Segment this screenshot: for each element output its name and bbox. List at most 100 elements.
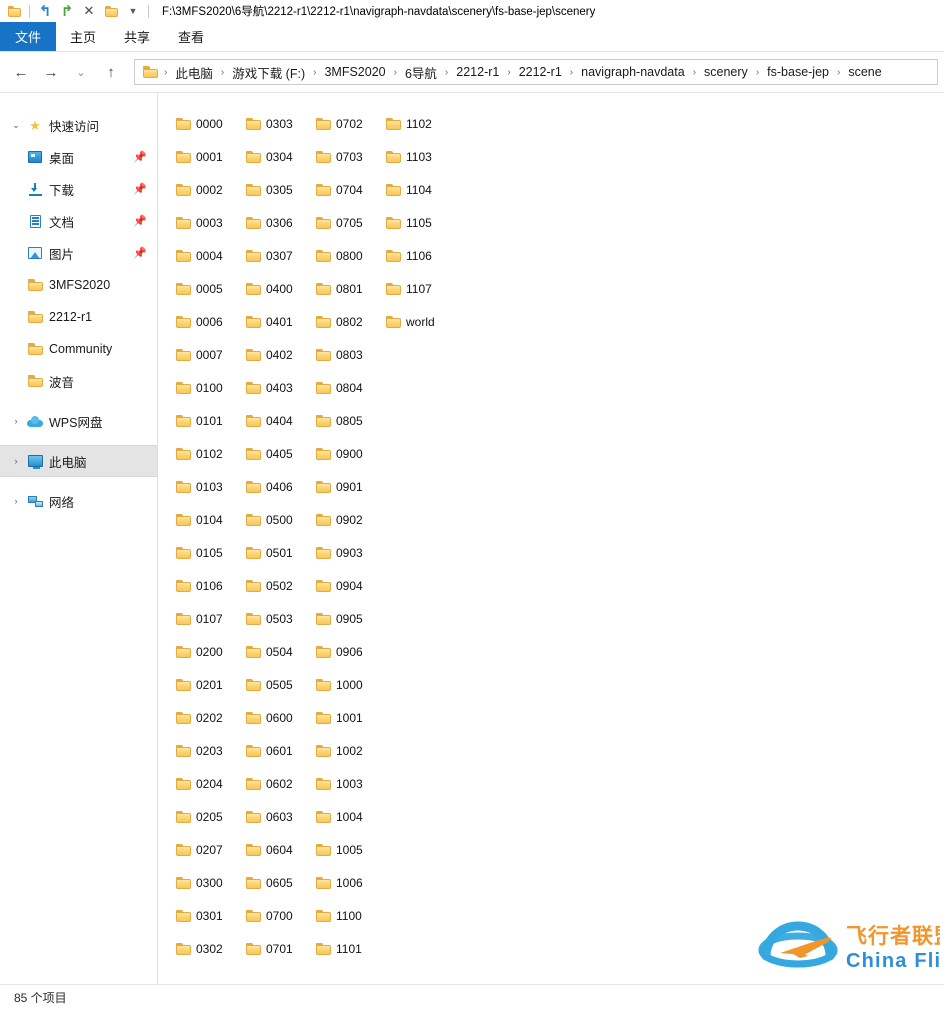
folder-item[interactable]: 0605 (244, 866, 314, 899)
folder-item[interactable]: 0404 (244, 404, 314, 437)
folder-item[interactable]: 0503 (244, 602, 314, 635)
folder-item[interactable]: 0401 (244, 305, 314, 338)
chevron-right-icon[interactable]: › (8, 416, 24, 426)
folder-item[interactable]: 0102 (174, 437, 244, 470)
folder-item[interactable]: 0303 (244, 107, 314, 140)
breadcrumb-item-0[interactable]: 此电脑 (173, 63, 215, 82)
folder-item[interactable]: 0207 (174, 833, 244, 866)
breadcrumb-root-folder-icon[interactable] (141, 66, 158, 78)
folder-item[interactable]: 0700 (244, 899, 314, 932)
folder-item[interactable]: 0601 (244, 734, 314, 767)
recent-locations-chevron-down-icon[interactable]: ⌄ (66, 57, 96, 87)
folder-item[interactable]: 0604 (244, 833, 314, 866)
breadcrumb-item-8[interactable]: fs-base-jep (765, 65, 831, 79)
folder-item[interactable]: 0705 (314, 206, 384, 239)
sidebar-item-3mfs2020[interactable]: 3MFS2020 (0, 269, 157, 301)
folder-item[interactable]: 1000 (314, 668, 384, 701)
folder-item[interactable]: 0306 (244, 206, 314, 239)
folder-item[interactable]: 0400 (244, 272, 314, 305)
sidebar-item-boeing[interactable]: 波音 (0, 365, 157, 397)
breadcrumb-item-1[interactable]: 游戏下载 (F:) (230, 63, 307, 82)
folder-item[interactable]: 0103 (174, 470, 244, 503)
tab-file[interactable]: 文件 (0, 22, 56, 51)
folder-item[interactable]: 1102 (384, 107, 454, 140)
folder-item[interactable]: 0406 (244, 470, 314, 503)
folder-item[interactable]: 0906 (314, 635, 384, 668)
folder-item[interactable]: 1107 (384, 272, 454, 305)
sidebar-item-pictures[interactable]: 图片 📌 (0, 237, 157, 269)
folder-item[interactable]: 0004 (174, 239, 244, 272)
folder-item[interactable]: 0704 (314, 173, 384, 206)
folder-item[interactable]: 0502 (244, 569, 314, 602)
folder-item[interactable]: 1104 (384, 173, 454, 206)
folder-item[interactable]: 0904 (314, 569, 384, 602)
folder-item[interactable]: 1006 (314, 866, 384, 899)
sidebar-item-community[interactable]: Community (0, 333, 157, 365)
tab-share[interactable]: 共享 (110, 22, 164, 51)
folder-item[interactable]: 0301 (174, 899, 244, 932)
folder-item[interactable]: 0903 (314, 536, 384, 569)
folder-item[interactable]: 1002 (314, 734, 384, 767)
folder-item[interactable]: 1106 (384, 239, 454, 272)
folder-item[interactable]: 0100 (174, 371, 244, 404)
folder-item[interactable]: 0007 (174, 338, 244, 371)
sidebar-item-downloads[interactable]: 下载 📌 (0, 173, 157, 205)
folder-item[interactable]: 0006 (174, 305, 244, 338)
chevron-right-icon[interactable]: › (8, 456, 24, 466)
folder-item[interactable]: 0501 (244, 536, 314, 569)
pin-icon[interactable]: 📌 (133, 215, 147, 228)
breadcrumb-item-4[interactable]: 2212-r1 (454, 65, 501, 79)
folder-item[interactable]: 0005 (174, 272, 244, 305)
sidebar-item-network[interactable]: › 网络 (0, 485, 157, 517)
sidebar-item-desktop[interactable]: 桌面 📌 (0, 141, 157, 173)
folder-item[interactable]: 0305 (244, 173, 314, 206)
folder-item[interactable]: 0304 (244, 140, 314, 173)
breadcrumb-item-9[interactable]: scene (846, 65, 883, 79)
sidebar-item-this-pc[interactable]: › 此电脑 (0, 445, 157, 477)
breadcrumb-item-6[interactable]: navigraph-navdata (579, 65, 687, 79)
back-button[interactable]: ← (6, 57, 36, 87)
folder-item[interactable]: 0804 (314, 371, 384, 404)
chevron-down-icon[interactable]: ▼ (123, 1, 143, 21)
folder-item[interactable]: 0702 (314, 107, 384, 140)
folder-item[interactable]: 0200 (174, 635, 244, 668)
folder-item[interactable]: 0000 (174, 107, 244, 140)
folder-item[interactable]: 0602 (244, 767, 314, 800)
tab-home[interactable]: 主页 (56, 22, 110, 51)
folder-item[interactable]: 0201 (174, 668, 244, 701)
file-list-pane[interactable]: 0000 0001 0002 0003 0004 0005 0006 0007 0100 0101… (158, 93, 944, 984)
folder-item[interactable]: 0902 (314, 503, 384, 536)
breadcrumb-item-5[interactable]: 2212-r1 (517, 65, 564, 79)
up-button[interactable]: ↑ (96, 57, 126, 87)
folder-item[interactable]: 0107 (174, 602, 244, 635)
folder-item[interactable]: 1003 (314, 767, 384, 800)
folder-item[interactable]: 0800 (314, 239, 384, 272)
folder-item[interactable]: 0300 (174, 866, 244, 899)
breadcrumb-item-3[interactable]: 6导航 (403, 63, 439, 82)
folder-item[interactable]: 0803 (314, 338, 384, 371)
chevron-right-icon[interactable]: › (8, 496, 24, 506)
folder-item[interactable]: 0101 (174, 404, 244, 437)
folder-item[interactable]: 0204 (174, 767, 244, 800)
folder-item[interactable]: 0105 (174, 536, 244, 569)
folder-item[interactable]: 0302 (174, 932, 244, 965)
folder-item[interactable]: 0003 (174, 206, 244, 239)
folder-item[interactable]: 0900 (314, 437, 384, 470)
folder-item[interactable]: 0203 (174, 734, 244, 767)
forward-button[interactable]: → (36, 57, 66, 87)
folder-item[interactable]: 1103 (384, 140, 454, 173)
folder-item[interactable]: 0104 (174, 503, 244, 536)
breadcrumb-item-7[interactable]: scenery (702, 65, 750, 79)
new-folder-icon[interactable] (101, 1, 121, 21)
folder-item[interactable]: 0307 (244, 239, 314, 272)
folder-item[interactable]: 1105 (384, 206, 454, 239)
address-bar[interactable]: › 此电脑 › 游戏下载 (F:) › 3MFS2020 › 6导航 › 221… (134, 59, 938, 85)
tab-view[interactable]: 查看 (164, 22, 218, 51)
folder-item[interactable]: 0504 (244, 635, 314, 668)
folder-item[interactable]: 0701 (244, 932, 314, 965)
folder-item[interactable]: 0600 (244, 701, 314, 734)
pin-icon[interactable]: 📌 (133, 183, 147, 196)
folder-item[interactable]: 1001 (314, 701, 384, 734)
redo-icon[interactable]: ↱ (57, 1, 77, 21)
undo-icon[interactable]: ↰ (35, 1, 55, 21)
